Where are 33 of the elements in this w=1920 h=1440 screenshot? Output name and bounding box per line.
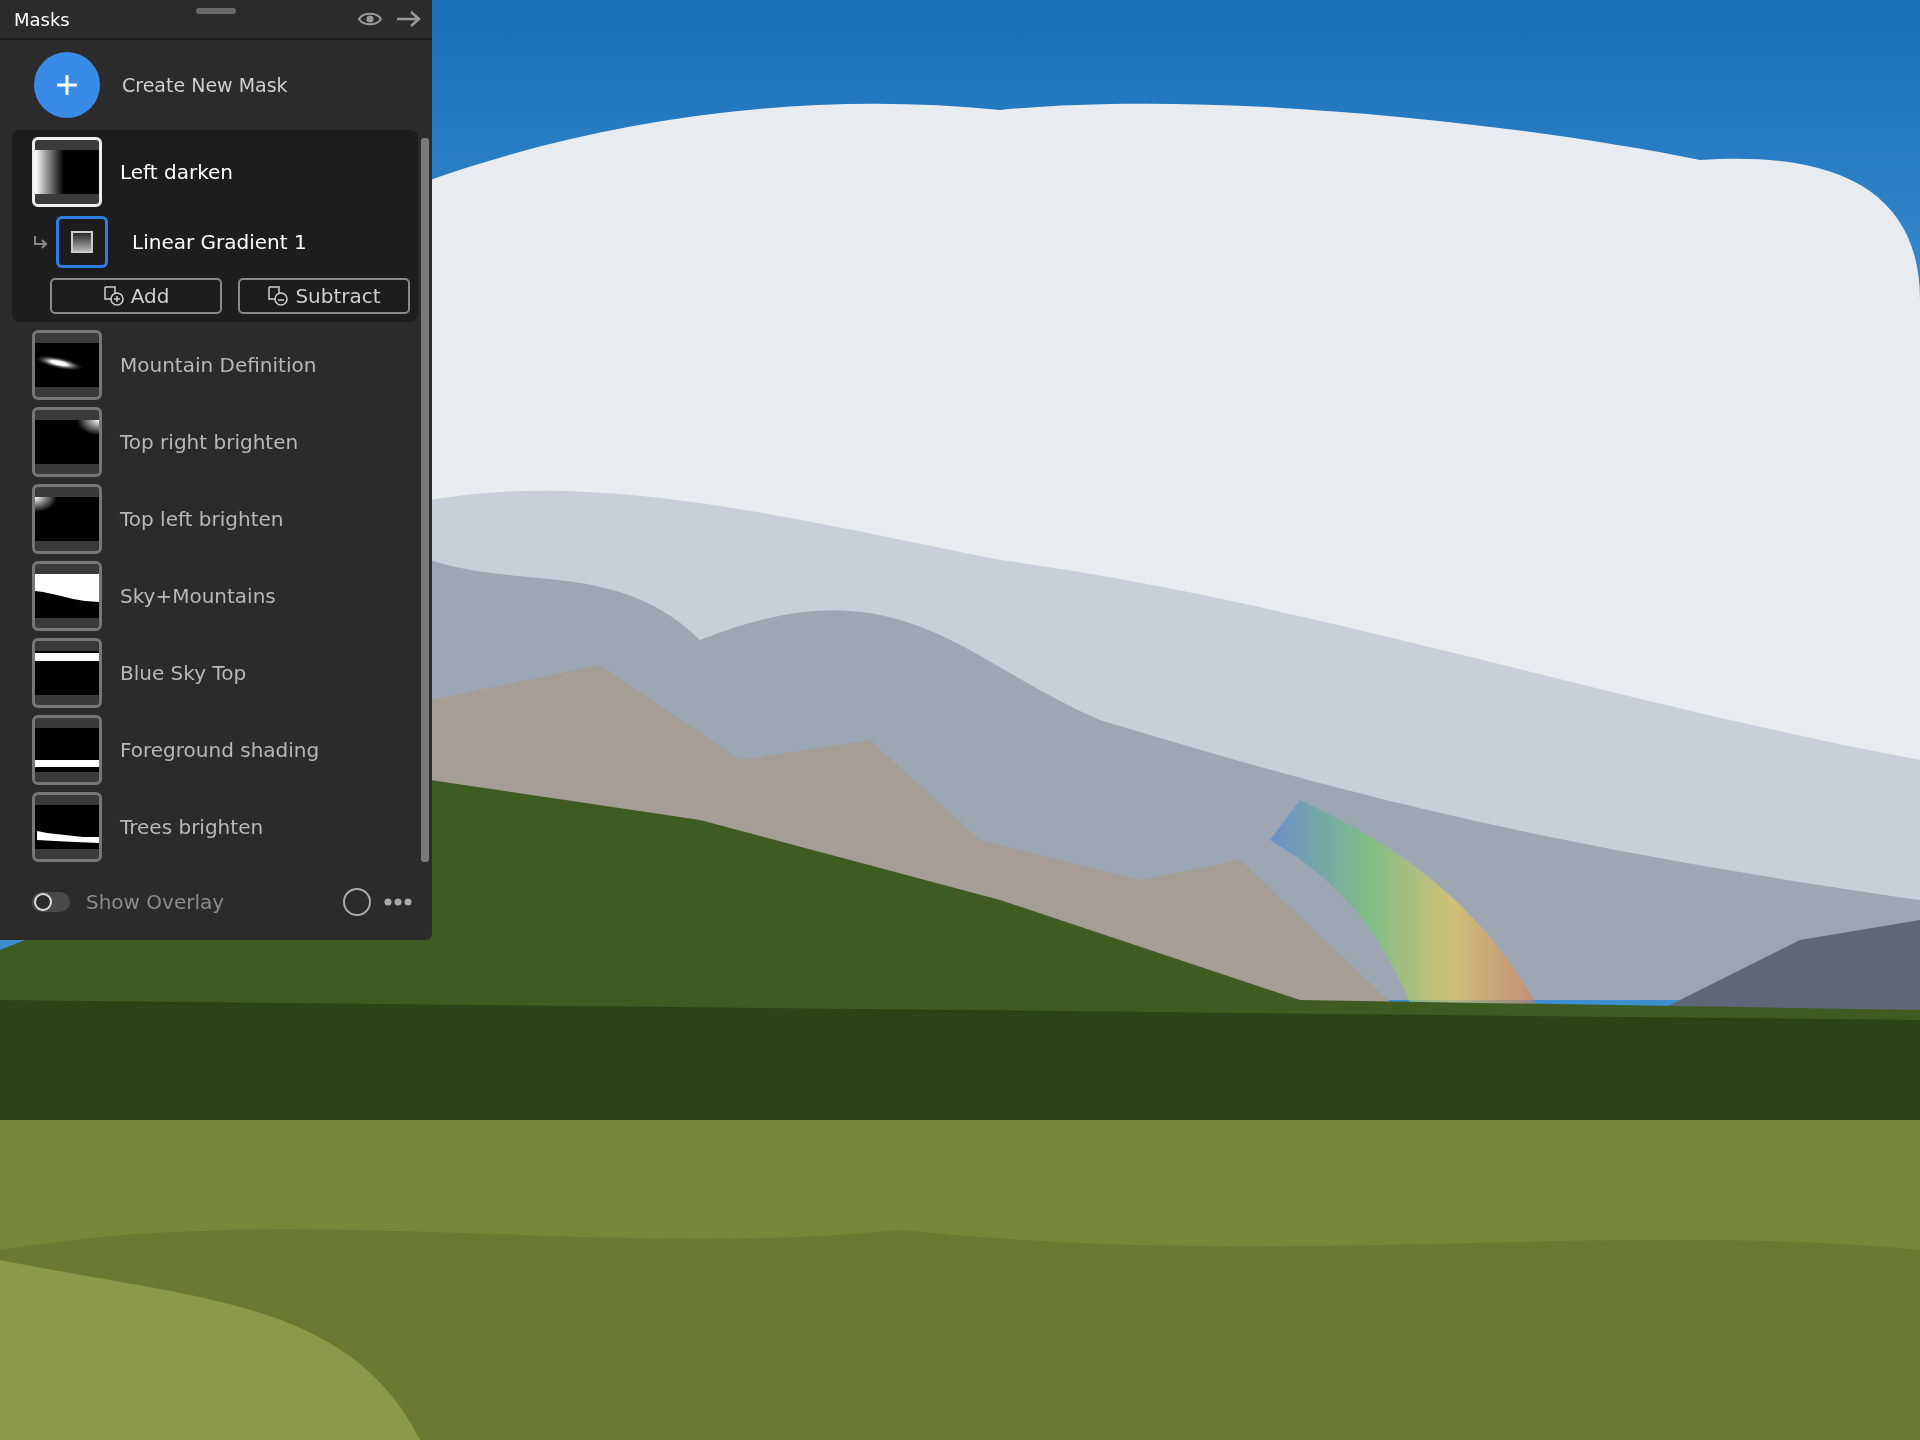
mask-name[interactable]: Trees brighten: [120, 814, 264, 839]
subtract-button[interactable]: Subtract: [238, 278, 410, 314]
mask-name[interactable]: Foreground shading: [120, 737, 320, 762]
mask-name[interactable]: Sky+Mountains: [120, 583, 276, 608]
mask-name[interactable]: Top left brighten: [120, 506, 284, 531]
mask-name[interactable]: Blue Sky Top: [120, 660, 247, 685]
component-name[interactable]: Linear Gradient 1: [132, 230, 307, 254]
mask-name[interactable]: Top right brighten: [120, 429, 299, 454]
drag-handle[interactable]: [196, 8, 236, 14]
plus-icon: [56, 74, 78, 96]
child-arrow-icon: [32, 235, 48, 249]
add-shape-icon: [102, 285, 125, 307]
mask-thumbnail[interactable]: [32, 791, 102, 862]
mask-thumbnail[interactable]: [32, 714, 102, 785]
subtract-shape-icon: [267, 285, 290, 307]
mask-thumbnail[interactable]: [32, 406, 102, 477]
eye-icon[interactable]: [358, 11, 382, 27]
arrow-right-icon[interactable]: [396, 10, 422, 28]
component-thumbnail[interactable]: [56, 216, 108, 268]
mask-thumbnail[interactable]: [32, 637, 102, 708]
mask-name[interactable]: Mountain Definition: [120, 352, 317, 377]
scrollbar[interactable]: [421, 138, 429, 862]
circle-icon[interactable]: [342, 887, 372, 917]
mask-thumbnail[interactable]: [32, 560, 102, 631]
more-icon[interactable]: [384, 898, 412, 906]
mask-name[interactable]: Left darken: [120, 159, 233, 184]
panel-title: Masks: [14, 8, 70, 30]
create-mask-button[interactable]: Create New Mask: [0, 40, 432, 130]
overlay-label: Show Overlay: [86, 890, 226, 914]
mask-thumbnail[interactable]: [32, 329, 102, 400]
overlay-toggle[interactable]: [32, 892, 70, 912]
mask-thumbnail[interactable]: [32, 483, 102, 554]
add-button[interactable]: Add: [50, 278, 222, 314]
